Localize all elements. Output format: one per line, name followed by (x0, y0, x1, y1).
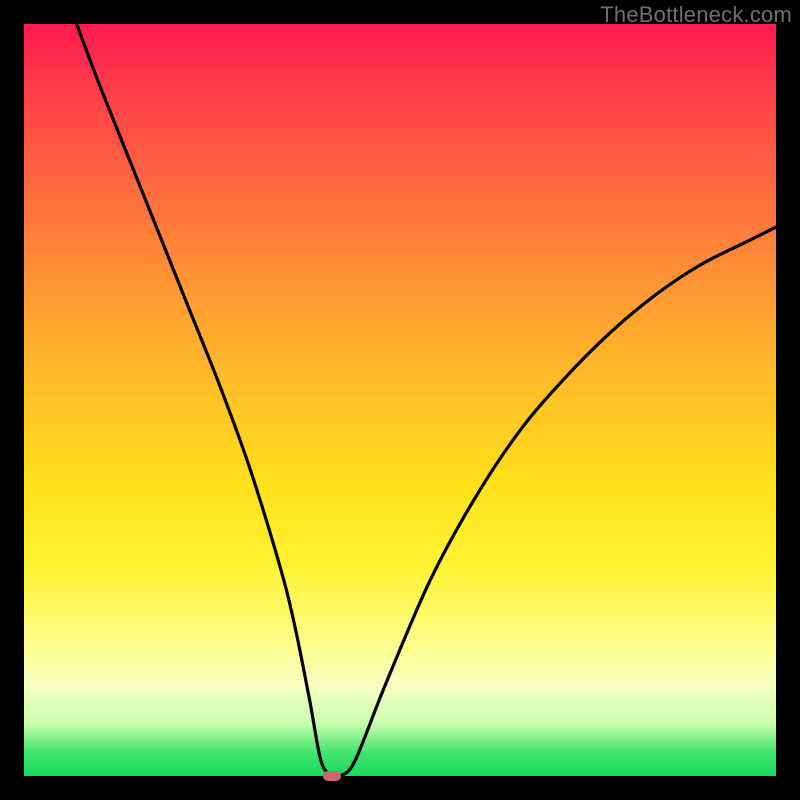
chart-frame (24, 24, 776, 776)
bottleneck-curve (24, 24, 776, 776)
watermark-text: TheBottleneck.com (600, 2, 792, 28)
optimal-point-marker (323, 771, 341, 781)
